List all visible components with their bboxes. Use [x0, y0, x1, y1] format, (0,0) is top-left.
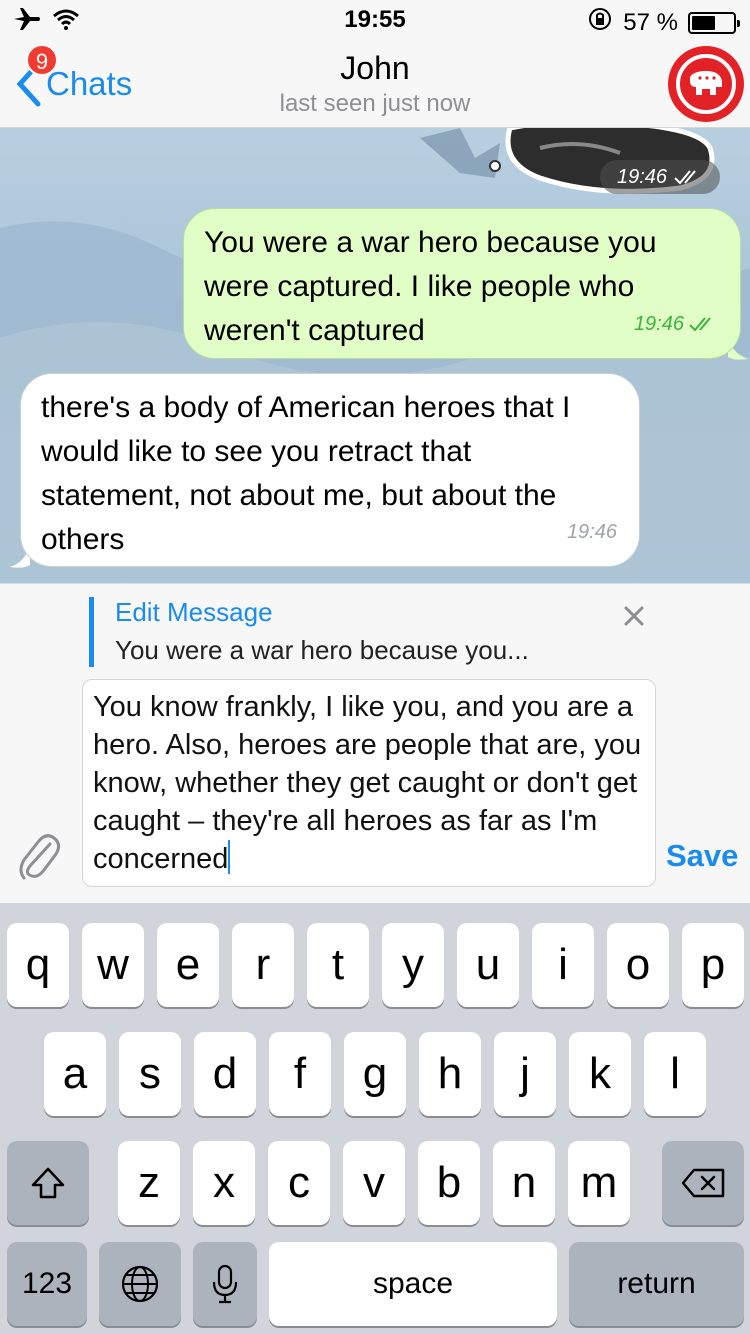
shift-key[interactable] — [7, 1141, 89, 1225]
sticker-time-label: 19:46 — [616, 165, 668, 188]
status-right-icons: 57 % — [587, 6, 740, 39]
numbers-key[interactable]: 123 — [7, 1242, 87, 1326]
key-p[interactable]: p — [682, 923, 744, 1007]
close-icon[interactable] — [618, 600, 650, 632]
incoming-message[interactable]: there's a body of American heroes that I… — [20, 373, 640, 567]
nav-bar: Chats 9 John last seen just now — [0, 40, 750, 128]
key-q[interactable]: q — [7, 923, 69, 1007]
key-g[interactable]: g — [344, 1032, 406, 1116]
incoming-message-time: 19:46 — [566, 521, 617, 543]
key-y[interactable]: y — [382, 923, 444, 1007]
outgoing-message-text: You were a war hero because you were cap… — [204, 226, 657, 347]
key-h[interactable]: h — [419, 1032, 481, 1116]
key-k[interactable]: k — [569, 1032, 631, 1116]
key-n[interactable]: n — [493, 1141, 555, 1225]
return-key[interactable]: return — [569, 1242, 744, 1326]
key-d[interactable]: d — [194, 1032, 256, 1116]
paperclip-icon[interactable] — [16, 830, 62, 882]
backspace-key[interactable] — [662, 1141, 744, 1225]
battery-fill — [692, 15, 715, 30]
chat-title[interactable]: John — [0, 50, 750, 87]
battery-icon — [688, 11, 740, 34]
key-z[interactable]: z — [118, 1141, 180, 1225]
key-x[interactable]: x — [193, 1141, 255, 1225]
key-a[interactable]: a — [44, 1032, 106, 1116]
space-key[interactable]: space — [269, 1242, 557, 1326]
key-s[interactable]: s — [119, 1032, 181, 1116]
key-u[interactable]: u — [457, 923, 519, 1007]
avatar[interactable] — [668, 46, 744, 122]
elephant-icon — [676, 54, 736, 114]
outgoing-message-time: 19:46 — [633, 313, 684, 335]
double-check-icon — [674, 170, 696, 185]
key-i[interactable]: i — [532, 923, 594, 1007]
save-button[interactable]: Save — [666, 838, 738, 874]
key-c[interactable]: c — [268, 1141, 330, 1225]
globe-icon — [121, 1265, 159, 1303]
orientation-lock-icon — [587, 6, 613, 39]
key-o[interactable]: o — [607, 923, 669, 1007]
battery-percent: 57 % — [623, 8, 678, 36]
status-bar: 19:55 57 % — [0, 0, 750, 40]
incoming-message-text: there's a body of American heroes that I… — [41, 391, 571, 556]
microphone-icon — [212, 1264, 238, 1304]
key-f[interactable]: f — [269, 1032, 331, 1116]
key-e[interactable]: e — [157, 923, 219, 1007]
edit-title: Edit Message — [115, 597, 273, 627]
edit-panel: Edit Message You were a war hero because… — [0, 583, 750, 903]
key-b[interactable]: b — [418, 1141, 480, 1225]
backspace-icon — [681, 1168, 725, 1198]
last-seen-status: last seen just now — [279, 90, 471, 117]
double-check-icon — [689, 317, 711, 332]
key-r[interactable]: r — [232, 923, 294, 1007]
key-t[interactable]: t — [307, 923, 369, 1007]
edit-indicator-bar — [89, 597, 94, 667]
outgoing-message[interactable]: You were a war hero because you were cap… — [183, 208, 741, 359]
incoming-message-meta: 19:46 — [567, 510, 617, 554]
globe-key[interactable] — [99, 1242, 181, 1326]
outgoing-message-meta: 19:46 — [634, 302, 718, 346]
sticker-time: 19:46 — [600, 160, 720, 194]
key-v[interactable]: v — [343, 1141, 405, 1225]
shift-icon — [31, 1167, 65, 1199]
key-w[interactable]: w — [82, 923, 144, 1007]
text-caret — [228, 840, 231, 874]
message-input[interactable]: You know frankly, I like you, and you ar… — [82, 679, 656, 887]
key-m[interactable]: m — [568, 1141, 630, 1225]
message-input-text: You know frankly, I like you, and you ar… — [93, 691, 642, 875]
key-l[interactable]: l — [644, 1032, 706, 1116]
keyboard: qwertyuiop asdfghjkl zxcvbnm 123 space r… — [0, 903, 750, 1334]
edit-preview: You were a war hero because you... — [115, 635, 529, 665]
key-j[interactable]: j — [494, 1032, 556, 1116]
microphone-key[interactable] — [193, 1242, 257, 1326]
chat-area[interactable]: 19:46 You were a war hero because you we… — [0, 128, 750, 583]
